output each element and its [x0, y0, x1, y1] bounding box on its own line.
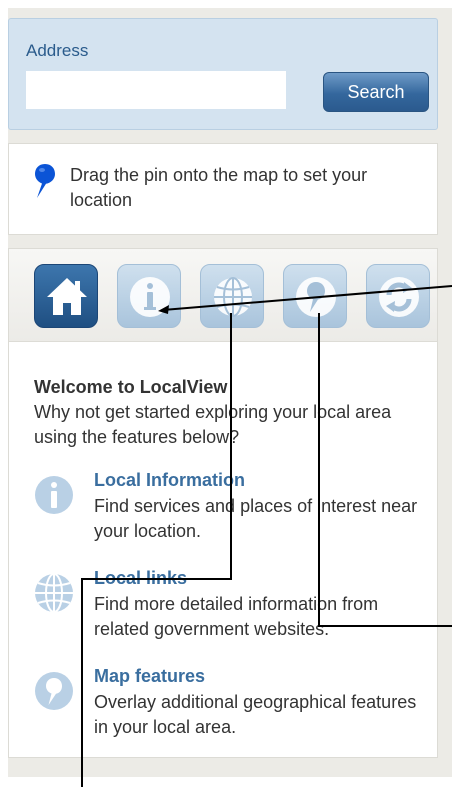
map-features-button[interactable]: [283, 264, 347, 328]
pin-hint-panel: Drag the pin onto the map to set your lo…: [8, 143, 438, 235]
globe-button[interactable]: [200, 264, 264, 328]
feature-desc-map-features: Overlay additional geographical features…: [94, 692, 417, 737]
map-pin-icon: [296, 277, 336, 317]
feature-title-local-information[interactable]: Local Information: [94, 470, 245, 491]
feature-title-map-features[interactable]: Map features: [94, 666, 205, 687]
info-button[interactable]: [117, 264, 181, 328]
address-panel: Address Search: [8, 18, 438, 130]
info-icon: [35, 476, 73, 514]
globe-icon: [214, 277, 252, 317]
feature-desc-local-information: Find services and places of interest nea…: [94, 496, 418, 541]
welcome-text: Why not get started exploring your local…: [34, 402, 392, 447]
home-icon: [47, 278, 87, 315]
info-icon: [130, 277, 170, 317]
feature-title-local-links[interactable]: Local links: [94, 568, 187, 589]
pin-hint-text: Drag the pin onto the map to set your lo…: [70, 165, 368, 210]
toolbar: [9, 249, 437, 342]
map-pin-icon: [35, 672, 73, 710]
globe-icon: [35, 573, 73, 613]
address-label: Address: [26, 41, 89, 60]
address-input[interactable]: [26, 71, 286, 109]
refresh-icon: [379, 277, 419, 317]
refresh-button[interactable]: [366, 264, 430, 328]
main-panel: Welcome to LocalView Why not get started…: [8, 248, 438, 758]
home-button[interactable]: [34, 264, 98, 328]
feature-desc-local-links: Find more detailed information from rela…: [94, 594, 379, 639]
welcome-title: Welcome to LocalView: [34, 377, 228, 397]
map-pin-icon[interactable]: [34, 163, 56, 199]
search-button[interactable]: Search: [323, 72, 429, 112]
